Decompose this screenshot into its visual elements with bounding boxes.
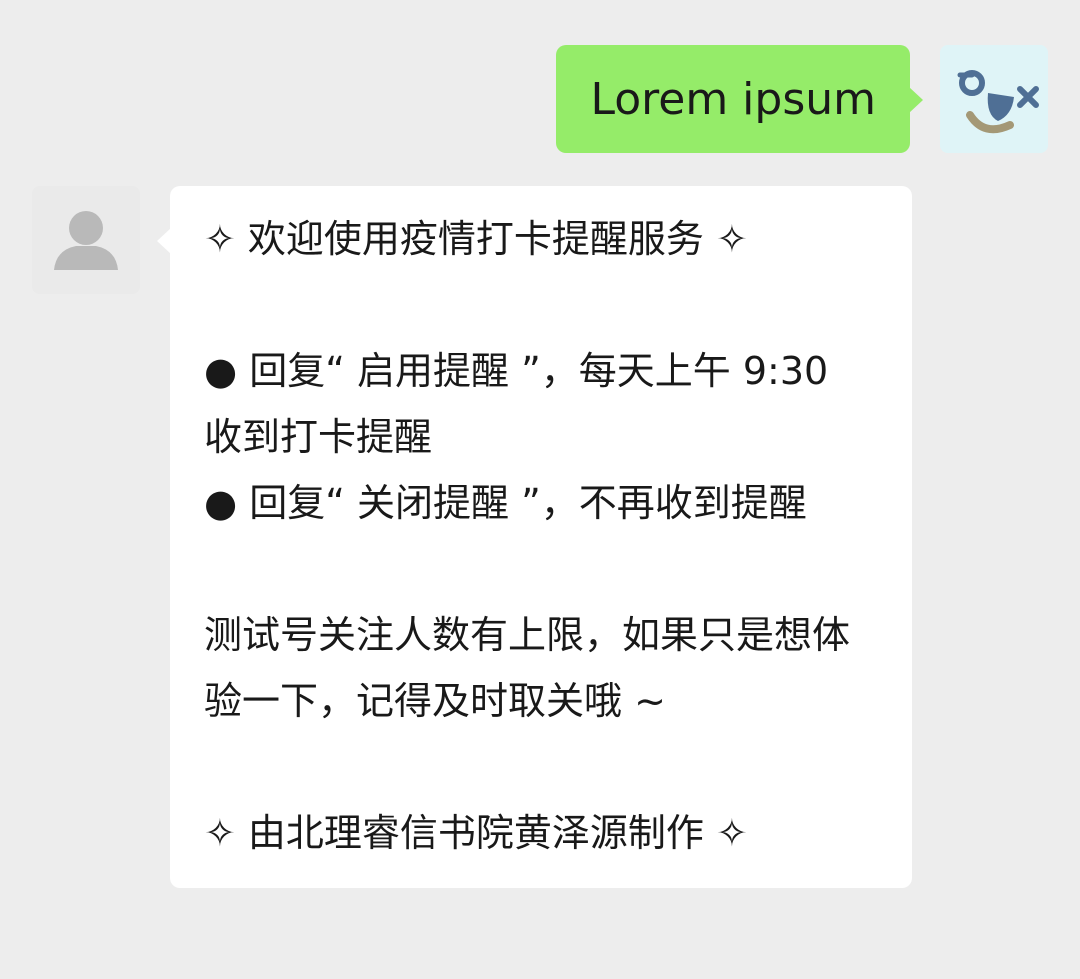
avatar-peer[interactable] xyxy=(32,186,140,294)
user-avatar-logo-icon xyxy=(940,45,1048,153)
outgoing-bubble[interactable]: Lorem ipsum xyxy=(556,45,923,153)
disable-reminder-instruction: ● 回复“ 关闭提醒 ”，不再收到提醒 xyxy=(204,481,807,525)
welcome-line: ✧ 欢迎使用疫情打卡提醒服务 ✧ xyxy=(204,217,748,261)
follower-limit-note: 测试号关注人数有上限，如果只是想体验一下，记得及时取关哦 ~ xyxy=(204,613,851,723)
incoming-bubble[interactable]: ✧ 欢迎使用疫情打卡提醒服务 ✧ ● 回复“ 启用提醒 ”，每天上午 9:30 … xyxy=(157,186,912,888)
incoming-message: ✧ 欢迎使用疫情打卡提醒服务 ✧ ● 回复“ 启用提醒 ”，每天上午 9:30 … xyxy=(32,186,912,888)
outgoing-message-text: Lorem ipsum xyxy=(590,73,876,125)
default-person-icon xyxy=(32,186,140,294)
outgoing-message: Lorem ipsum xyxy=(556,45,1048,153)
chat-window: Lorem ipsum ✧ 欢迎使用疫情打卡提醒服务 ✧ ● 回复“ 启用提醒 … xyxy=(0,0,1080,979)
credits-line: ✧ 由北理睿信书院黄泽源制作 ✧ xyxy=(204,811,748,855)
enable-reminder-instruction: ● 回复“ 启用提醒 ”，每天上午 9:30 收到打卡提醒 xyxy=(204,349,829,459)
avatar-self[interactable] xyxy=(940,45,1048,153)
